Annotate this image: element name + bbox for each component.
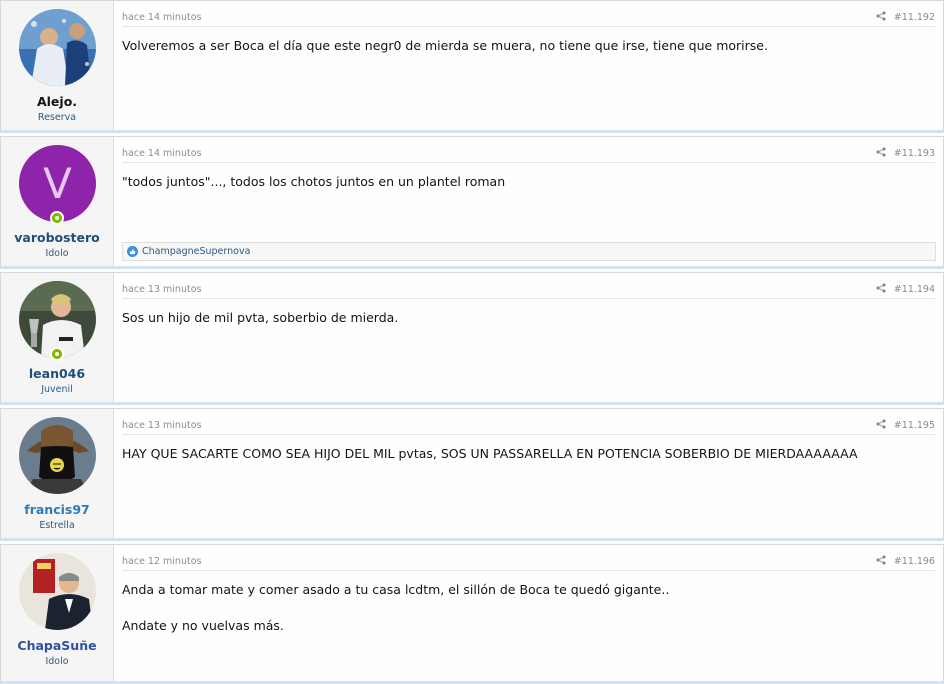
post-number[interactable]: #11.196 [894, 556, 935, 567]
post-11196: ChapaSuñe Idolo hace 12 minutos #11.196 … [0, 544, 944, 684]
user-title: Idolo [45, 248, 69, 259]
post-11195: francis97 Estrella hace 13 minutos #11.1… [0, 408, 944, 541]
user-title: Reserva [37, 112, 77, 123]
user-title: Idolo [45, 656, 69, 667]
post-time[interactable]: hace 12 minutos [122, 556, 201, 567]
username[interactable]: francis97 [1, 502, 113, 517]
online-indicator [50, 211, 64, 225]
divider [122, 298, 935, 299]
post-time[interactable]: hace 14 minutos [122, 12, 201, 23]
post-number[interactable]: #11.193 [894, 148, 935, 159]
post-message: Anda a tomar mate y comer asado a tu cas… [122, 581, 669, 635]
divider [122, 26, 935, 27]
post-meta-right: #11.192 [876, 11, 935, 24]
post-number[interactable]: #11.195 [894, 420, 935, 431]
divider [122, 434, 935, 435]
post-meta-right: #11.193 [876, 147, 935, 160]
username[interactable]: Alejo. [1, 94, 113, 109]
user-cell: V varobostero Idolo [1, 137, 114, 266]
avatar-letter: V [43, 159, 72, 208]
username[interactable]: ChapaSuñe [1, 638, 113, 653]
message-paragraph: Sos un hijo de mil pvta, soberbio de mie… [122, 310, 399, 325]
post-11194: lean046 Juvenil hace 13 minutos #11.194 … [0, 272, 944, 405]
post-time[interactable]: hace 13 minutos [122, 420, 201, 431]
post-meta-right: #11.194 [876, 283, 935, 296]
post-number[interactable]: #11.194 [894, 284, 935, 295]
post-11192: Alejo. Reserva hace 14 minutos #11.192 V… [0, 0, 944, 133]
share-icon[interactable] [876, 419, 886, 432]
message-paragraph: "todos juntos"..., todos los chotos junt… [122, 174, 506, 189]
share-icon[interactable] [876, 147, 886, 160]
user-title: Estrella [39, 520, 75, 531]
post-11193: V varobostero Idolo hace 14 minutos #11.… [0, 136, 944, 269]
username[interactable]: lean046 [1, 366, 113, 381]
post-meta-right: #11.196 [876, 555, 935, 568]
avatar[interactable] [19, 553, 96, 630]
post-message: "todos juntos"..., todos los chotos junt… [122, 173, 505, 191]
share-icon[interactable] [876, 283, 886, 296]
post-message: Volveremos a ser Boca el día que este ne… [122, 37, 768, 55]
divider [122, 162, 935, 163]
user-cell: ChapaSuñe Idolo [1, 545, 114, 681]
avatar[interactable] [19, 417, 96, 494]
post-message: HAY QUE SACARTE COMO SEA HIJO DEL MIL pv… [122, 445, 858, 463]
message-paragraph: Volveremos a ser Boca el día que este ne… [122, 38, 768, 53]
user-cell: lean046 Juvenil [1, 273, 114, 402]
post-time[interactable]: hace 13 minutos [122, 284, 201, 295]
message-paragraph: Anda a tomar mate y comer asado a tu cas… [122, 582, 670, 597]
username[interactable]: varobostero [1, 230, 113, 245]
avatar[interactable] [19, 9, 96, 86]
share-icon[interactable] [876, 11, 886, 24]
post-time[interactable]: hace 14 minutos [122, 148, 201, 159]
share-icon[interactable] [876, 555, 886, 568]
message-paragraph: HAY QUE SACARTE COMO SEA HIJO DEL MIL pv… [122, 446, 858, 461]
user-cell: Alejo. Reserva [1, 1, 114, 130]
post-message: Sos un hijo de mil pvta, soberbio de mie… [122, 309, 398, 327]
like-icon [127, 246, 138, 257]
post-meta-right: #11.195 [876, 419, 935, 432]
message-paragraph: Andate y no vuelvas más. [122, 618, 284, 633]
divider [122, 570, 935, 571]
user-cell: francis97 Estrella [1, 409, 114, 538]
reactions-bar: ChampagneSupernova [122, 242, 936, 261]
user-title: Juvenil [41, 384, 73, 395]
post-number[interactable]: #11.192 [894, 12, 935, 23]
online-indicator [50, 347, 64, 361]
reaction-user-link[interactable]: ChampagneSupernova [142, 246, 250, 257]
